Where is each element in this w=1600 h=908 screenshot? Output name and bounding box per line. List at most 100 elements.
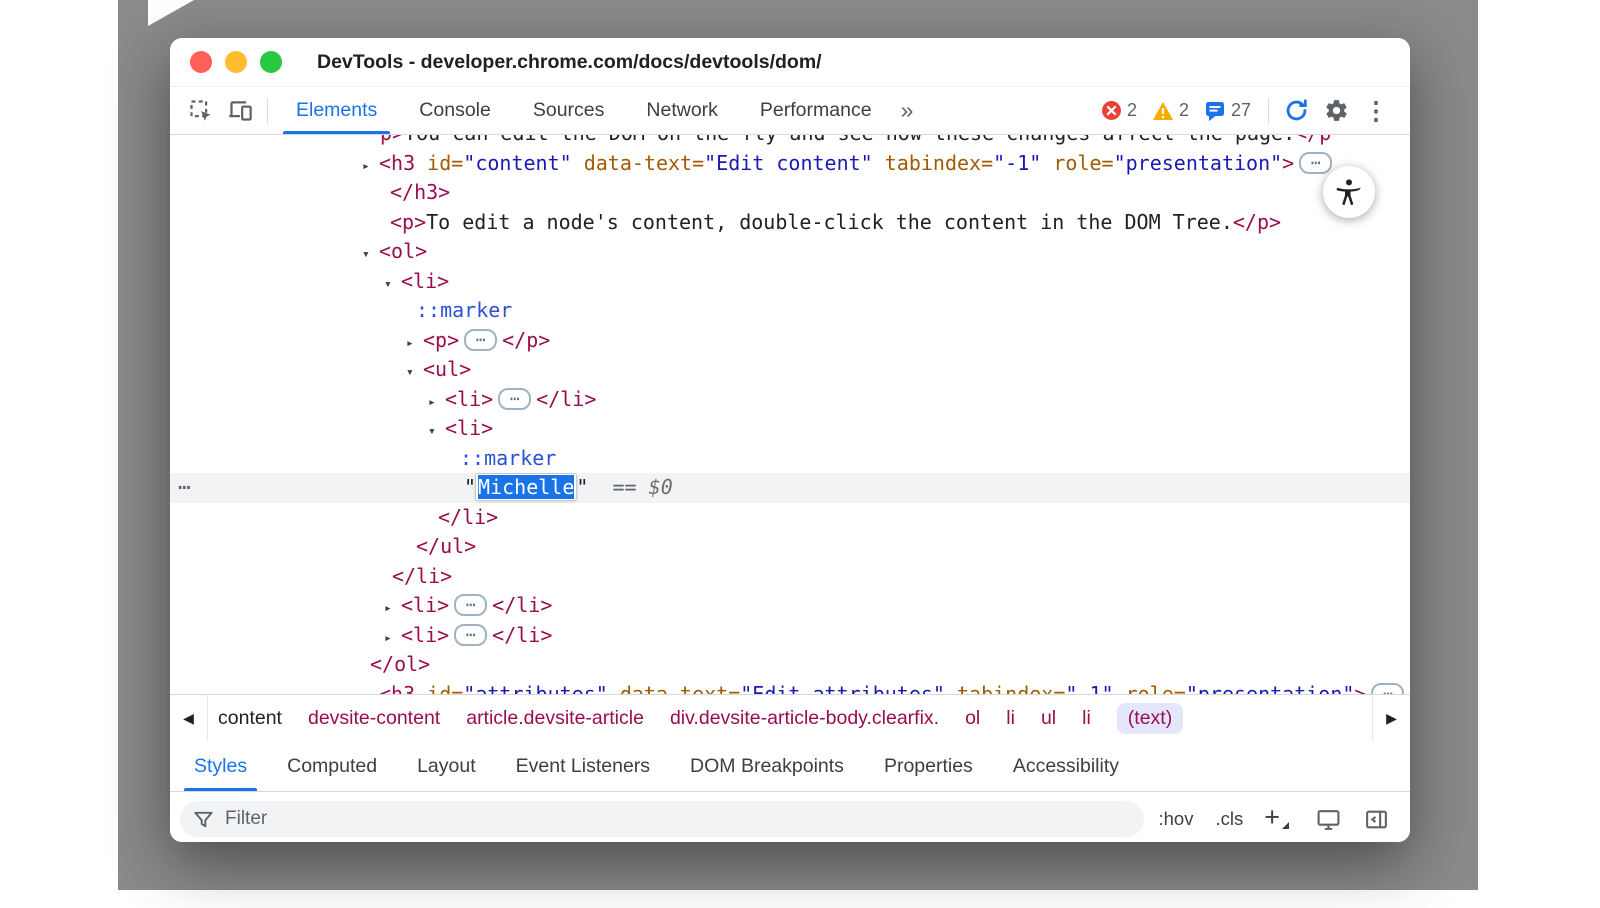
code-token-tag: </ul> — [416, 534, 476, 558]
dom-tree-line[interactable]: ::marker — [170, 296, 1410, 326]
dom-tree-line[interactable]: ▸<h3 id="attributes" data-text="Edit att… — [170, 680, 1410, 695]
expand-arrow-icon[interactable]: ▸ — [362, 683, 379, 695]
collapsed-content-ellipsis-icon[interactable]: ⋯ — [1299, 152, 1332, 174]
kebab-menu-icon[interactable]: ⋮ — [1356, 91, 1396, 131]
dom-tree-line[interactable]: <p>To edit a node's content, double-clic… — [170, 208, 1410, 238]
collapse-arrow-icon[interactable]: ▾ — [428, 417, 445, 447]
dom-tree-line[interactable]: ▾<ol> — [170, 237, 1410, 267]
expand-arrow-icon[interactable]: ▸ — [384, 594, 401, 624]
code-token-tag: </p> — [502, 328, 550, 352]
filter-funnel-icon — [192, 808, 215, 831]
breadcrumb-item-devsite-content[interactable]: devsite-content — [308, 707, 440, 730]
code-token-txt — [415, 682, 427, 695]
background-corner-notch — [148, 0, 194, 26]
dom-tree-line[interactable]: </li> — [170, 562, 1410, 592]
warning-icon[interactable] — [1152, 101, 1174, 121]
breadcrumb-item-li[interactable]: li — [1006, 707, 1015, 730]
settings-gear-icon[interactable] — [1316, 91, 1356, 131]
code-token-tag: <h3 — [379, 151, 415, 175]
dom-tree-line[interactable]: ▸<h3 id="content" data-text="Edit conten… — [170, 149, 1410, 179]
breadcrumb-item-li[interactable]: li — [1082, 707, 1091, 730]
collapsed-content-ellipsis-icon[interactable]: ⋯ — [498, 388, 531, 410]
expand-arrow-icon[interactable]: ▸ — [362, 152, 379, 182]
dom-tree-line[interactable]: ▾<ul> — [170, 355, 1410, 385]
tab-network[interactable]: Network — [625, 87, 739, 134]
dom-tree-line[interactable]: ▾<li> — [170, 267, 1410, 297]
accessibility-overlay-button[interactable] — [1323, 166, 1375, 218]
toggle-element-state-button[interactable]: :hov — [1152, 804, 1201, 834]
dom-tree-line[interactable]: ⋯"Michelle" == $0 — [170, 473, 1410, 503]
dom-tree-line[interactable]: ▸<p>⋯</p> — [170, 326, 1410, 356]
sidebar-tab-dom-breakpoints[interactable]: DOM Breakpoints — [670, 741, 864, 791]
code-token-attr: id= — [427, 151, 463, 175]
inspect-element-icon[interactable] — [180, 91, 220, 131]
breadcrumb-item-content[interactable]: content — [218, 707, 282, 730]
sidebar-tab-accessibility[interactable]: Accessibility — [993, 741, 1139, 791]
tab-console[interactable]: Console — [398, 87, 512, 134]
dom-tree-line[interactable]: </ul> — [170, 532, 1410, 562]
collapse-arrow-icon[interactable]: ▾ — [384, 270, 401, 300]
close-window-button[interactable] — [190, 51, 212, 73]
collapse-arrow-icon[interactable]: ▾ — [362, 240, 379, 270]
collapsed-content-ellipsis-icon[interactable]: ⋯ — [1371, 683, 1404, 695]
sync-extension-icon[interactable] — [1276, 91, 1316, 131]
expand-arrow-icon[interactable]: ▸ — [428, 388, 445, 418]
tab-sources[interactable]: Sources — [512, 87, 626, 134]
breadcrumb-item-ul[interactable]: ul — [1041, 707, 1056, 730]
sidebar-tab-computed[interactable]: Computed — [267, 741, 397, 791]
breadcrumb-scroll-left-icon[interactable]: ◀ — [170, 695, 208, 741]
inline-text-editor[interactable]: Michelle — [476, 474, 576, 500]
issues-count: 27 — [1231, 100, 1251, 121]
code-token-txt — [588, 475, 612, 499]
dom-tree-line[interactable]: </ol> — [170, 650, 1410, 680]
dom-tree-line[interactable]: p>You can edit the DOM on the fly and se… — [170, 135, 1410, 149]
more-tabs-icon[interactable]: » — [893, 97, 922, 124]
sidebar-tab-properties[interactable]: Properties — [864, 741, 993, 791]
selected-text: Michelle — [478, 475, 574, 499]
dom-tree-line[interactable]: ::marker — [170, 444, 1410, 474]
code-token-val: "Edit content" — [704, 151, 873, 175]
expand-arrow-icon[interactable]: ▸ — [406, 329, 423, 359]
new-style-rule-button[interactable]: + — [1258, 807, 1286, 831]
styles-filter[interactable] — [180, 801, 1144, 837]
code-token-val: "attributes" — [463, 682, 608, 695]
error-icon[interactable] — [1101, 100, 1122, 121]
code-token-eq: == — [613, 475, 637, 499]
collapsed-content-ellipsis-icon[interactable]: ⋯ — [464, 329, 497, 351]
dom-tree-line[interactable]: </li> — [170, 503, 1410, 533]
breadcrumb-item-div-devsite-article-body-clearfix[interactable]: div.devsite-article-body.clearfix. — [670, 707, 939, 730]
breadcrumb-scroll-right-icon[interactable]: ▶ — [1372, 695, 1410, 741]
sidebar-tab-event-listeners[interactable]: Event Listeners — [496, 741, 670, 791]
dom-tree-line[interactable]: </h3> — [170, 178, 1410, 208]
code-token-tag: <p> — [423, 328, 459, 352]
collapsed-content-ellipsis-icon[interactable]: ⋯ — [454, 594, 487, 616]
dom-tree-line[interactable]: ▸<li>⋯</li> — [170, 591, 1410, 621]
expand-arrow-icon[interactable]: ▸ — [384, 624, 401, 654]
dom-tree-line[interactable]: ▸<li>⋯</li> — [170, 621, 1410, 651]
tab-elements[interactable]: Elements — [275, 87, 398, 134]
zoom-window-button[interactable] — [260, 51, 282, 73]
error-count: 2 — [1127, 100, 1137, 121]
element-classes-button[interactable]: .cls — [1208, 804, 1250, 834]
toggle-sidebar-icon[interactable] — [1356, 799, 1396, 839]
code-token-val: "-1" — [993, 151, 1041, 175]
breadcrumb-item-article-devsite-article[interactable]: article.devsite-article — [466, 707, 644, 730]
collapsed-content-ellipsis-icon[interactable]: ⋯ — [454, 624, 487, 646]
dom-tree-line[interactable]: ▸<li>⋯</li> — [170, 385, 1410, 415]
breadcrumb-item-ol[interactable]: ol — [965, 707, 980, 730]
title-bar: DevTools - developer.chrome.com/docs/dev… — [170, 38, 1410, 87]
collapse-arrow-icon[interactable]: ▾ — [406, 358, 423, 388]
sidebar-tab-layout[interactable]: Layout — [397, 741, 496, 791]
row-options-dots-icon[interactable]: ⋯ — [178, 473, 192, 503]
tab-performance[interactable]: Performance — [739, 87, 893, 134]
breadcrumb-item-text[interactable]: (text) — [1117, 703, 1183, 734]
device-toolbar-icon[interactable] — [220, 91, 260, 131]
issues-message-icon[interactable] — [1204, 100, 1226, 122]
dom-tree-line[interactable]: ▾<li> — [170, 414, 1410, 444]
code-token-tag: </ol> — [370, 652, 430, 676]
code-token-txt — [415, 151, 427, 175]
rendering-emulation-icon[interactable] — [1308, 799, 1348, 839]
minimize-window-button[interactable] — [225, 51, 247, 73]
sidebar-tab-styles[interactable]: Styles — [174, 741, 267, 791]
styles-filter-input[interactable] — [223, 807, 1138, 831]
